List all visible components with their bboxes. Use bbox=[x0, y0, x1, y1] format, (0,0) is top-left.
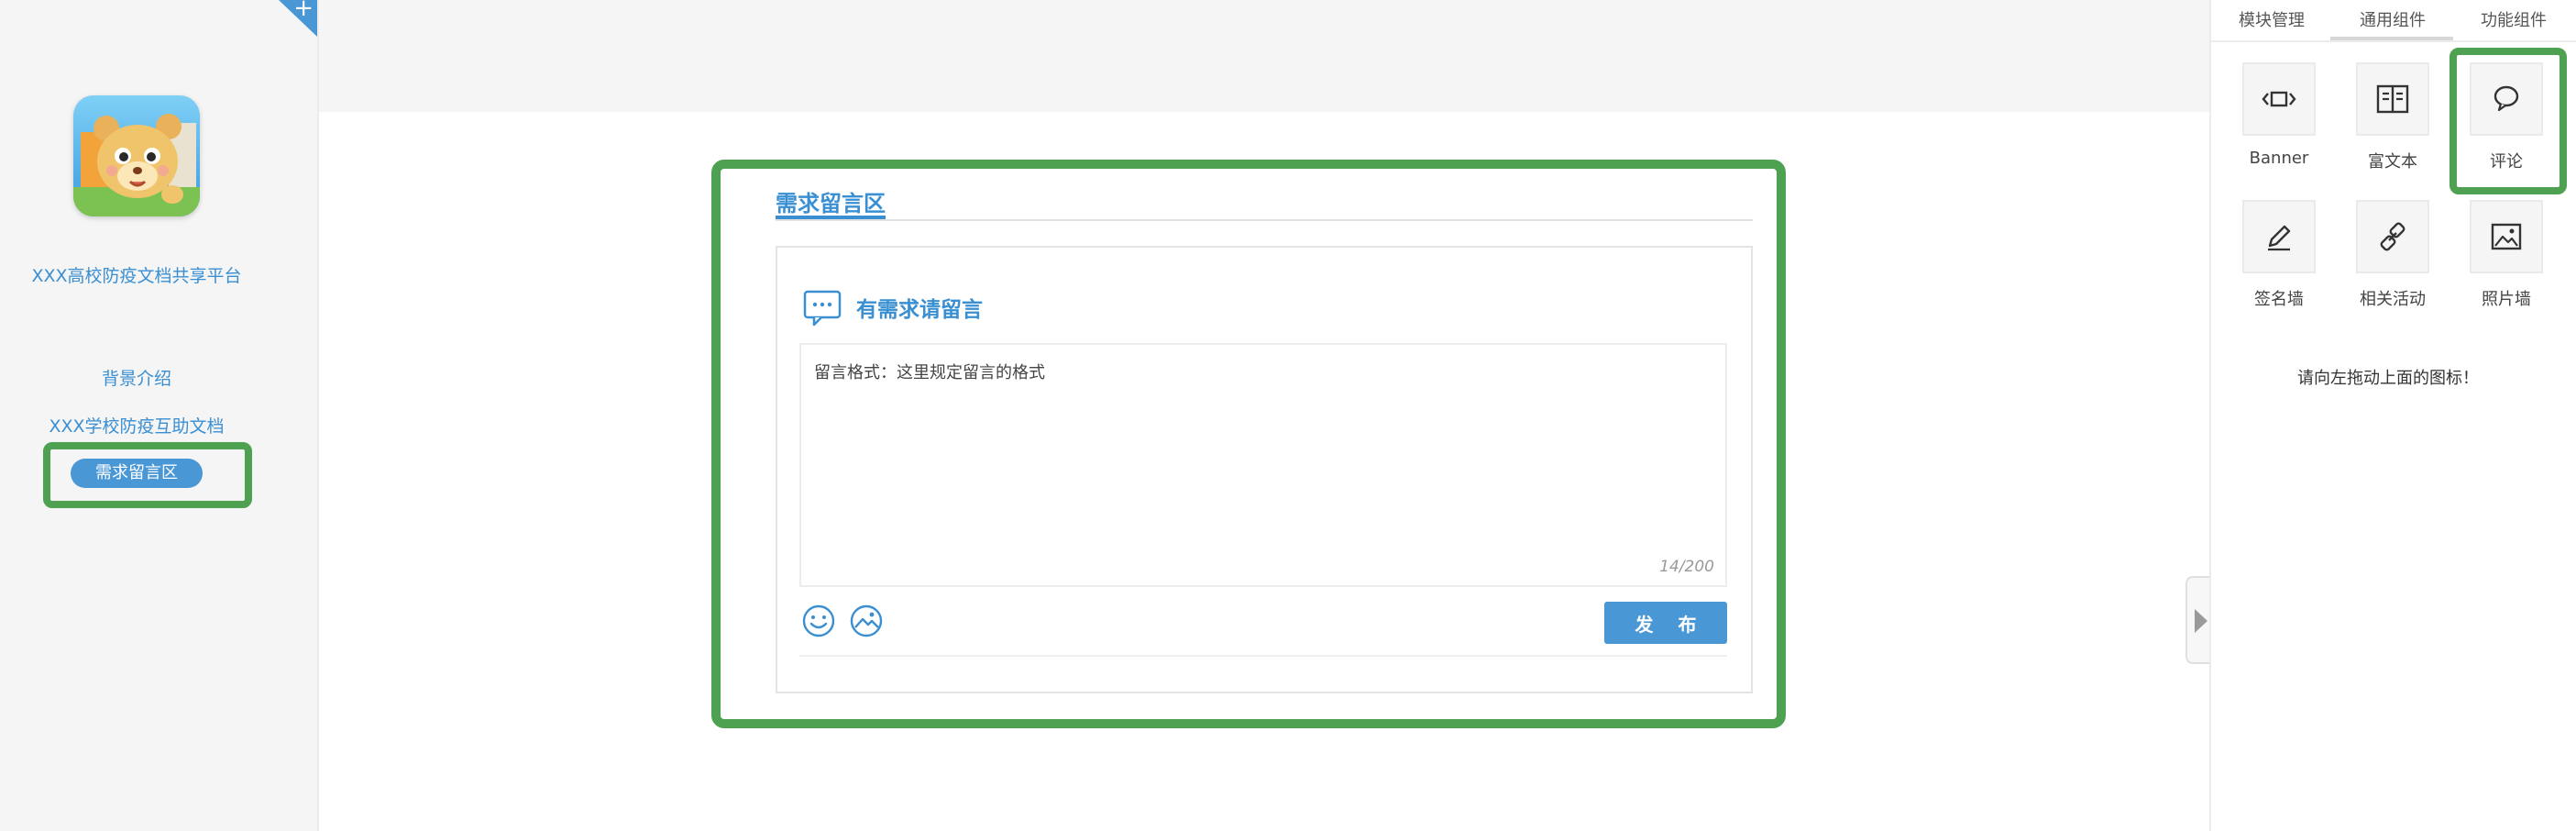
message-icon bbox=[803, 290, 842, 327]
comment-box-title: 有需求请留言 bbox=[856, 298, 983, 322]
tab-common-components[interactable]: 通用组件 bbox=[2360, 7, 2426, 31]
tab-module-management[interactable]: 模块管理 bbox=[2239, 7, 2305, 31]
component-label-related-activities: 相关活动 bbox=[2360, 290, 2426, 309]
emoji-icon[interactable] bbox=[801, 604, 836, 638]
char-counter: 14/200 bbox=[1659, 558, 1714, 576]
component-signature-wall[interactable] bbox=[2242, 200, 2316, 273]
component-label-banner: Banner bbox=[2249, 149, 2309, 168]
add-corner-button[interactable]: + bbox=[279, 0, 317, 37]
image-upload-icon[interactable] bbox=[849, 604, 884, 638]
component-banner[interactable] bbox=[2242, 62, 2316, 136]
site-title[interactable]: XXX高校防疫文档共享平台 bbox=[0, 262, 273, 287]
component-label-photo-wall: 照片墙 bbox=[2482, 290, 2531, 309]
component-label-signature-wall: 签名墙 bbox=[2254, 290, 2304, 309]
comment-textarea[interactable]: 留言格式：这里规定留言的格式 bbox=[799, 343, 1727, 587]
comment-component-highlight-frame bbox=[2449, 48, 2567, 194]
active-tab-indicator bbox=[2330, 37, 2453, 40]
panel-collapse-handle[interactable] bbox=[2185, 576, 2209, 664]
publish-button[interactable]: 发 布 bbox=[1604, 602, 1727, 644]
section-divider bbox=[776, 219, 1753, 221]
rich-text-icon bbox=[2376, 84, 2409, 114]
nav-item-mutual-help-docs[interactable]: XXX学校防疫互助文档 bbox=[0, 413, 273, 438]
link-icon bbox=[2380, 222, 2405, 251]
nav-item-background[interactable]: 背景介绍 bbox=[0, 365, 273, 390]
component-related-activities[interactable] bbox=[2356, 200, 2429, 273]
plus-icon: + bbox=[293, 0, 314, 22]
component-label-rich-text: 富文本 bbox=[2368, 152, 2417, 172]
nav-item-requests[interactable]: 需求留言区 bbox=[71, 459, 203, 488]
banner-icon bbox=[2262, 91, 2296, 107]
canvas-top-band bbox=[319, 0, 2209, 112]
tab-function-components[interactable]: 功能组件 bbox=[2481, 7, 2547, 31]
site-logo bbox=[73, 95, 200, 216]
section-title: 需求留言区 bbox=[776, 191, 886, 216]
component-rich-text[interactable] bbox=[2356, 62, 2429, 136]
tab-bar-divider bbox=[2209, 40, 2576, 42]
component-photo-wall[interactable] bbox=[2470, 200, 2543, 273]
card-bottom-divider bbox=[799, 655, 1727, 657]
caret-right-icon bbox=[2195, 609, 2207, 633]
drag-hint: 请向左拖动上面的图标！ bbox=[2297, 369, 2479, 388]
image-icon bbox=[2491, 223, 2522, 250]
signature-icon bbox=[2268, 225, 2291, 251]
